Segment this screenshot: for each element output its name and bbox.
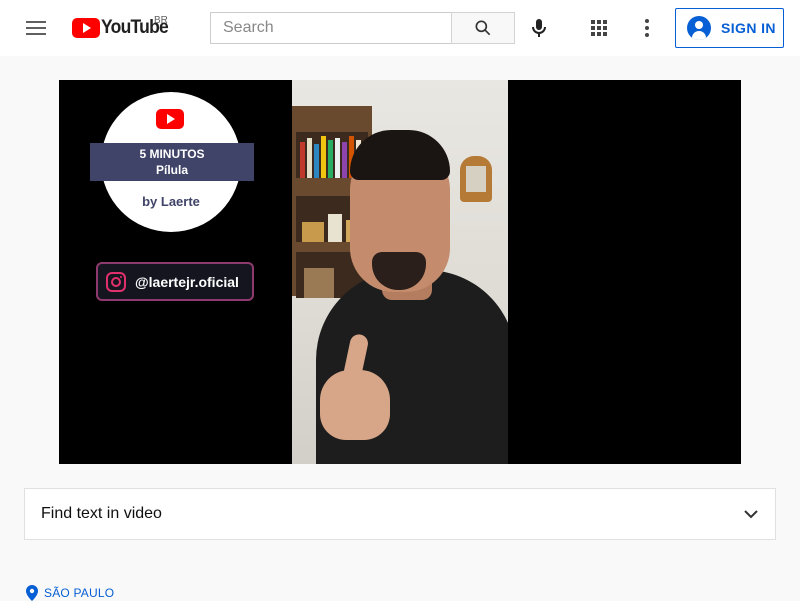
youtube-play-icon (156, 109, 184, 129)
badge-title: 5 MINUTOS (139, 147, 205, 161)
instagram-tag: @laertejr.oficial (96, 262, 254, 301)
wall-frame (460, 156, 492, 202)
find-text-label: Find text in video (41, 505, 162, 522)
instagram-icon (106, 271, 126, 292)
region-code: BR (154, 15, 168, 26)
badge-author: by Laerte (142, 194, 200, 209)
search-input[interactable] (211, 13, 451, 43)
apps-grid-icon (591, 20, 607, 36)
masthead: YouTube BR SIGN IN (0, 0, 800, 56)
sign-in-button[interactable]: SIGN IN (675, 8, 784, 48)
badge-banner: 5 MINUTOS Pílula (90, 143, 254, 181)
search-icon (475, 20, 491, 36)
location-link[interactable]: SÃO PAULO (26, 585, 114, 601)
badge-subtitle: Pílula (155, 163, 188, 177)
mic-icon (532, 19, 546, 37)
account-circle-icon (687, 16, 711, 40)
video-frame-scene (292, 80, 508, 464)
hamburger-menu-icon[interactable] (20, 16, 52, 40)
youtube-play-icon (72, 18, 100, 38)
apps-button[interactable] (583, 12, 615, 44)
search-button[interactable] (451, 12, 515, 44)
voice-search-button[interactable] (523, 12, 555, 44)
search-box (210, 12, 451, 44)
settings-more-button[interactable] (631, 12, 663, 44)
more-vert-icon (645, 19, 649, 37)
find-text-in-video-panel[interactable]: Find text in video (24, 488, 776, 540)
chevron-down-icon[interactable] (743, 506, 759, 522)
video-player[interactable]: 5 MINUTOS Pílula by Laerte @laertejr.ofi… (59, 80, 741, 464)
presenter-hand (320, 370, 390, 440)
location-pin-icon (26, 585, 38, 601)
instagram-handle: @laertejr.oficial (135, 273, 239, 290)
sign-in-label: SIGN IN (721, 20, 776, 36)
location-label: SÃO PAULO (44, 586, 115, 600)
